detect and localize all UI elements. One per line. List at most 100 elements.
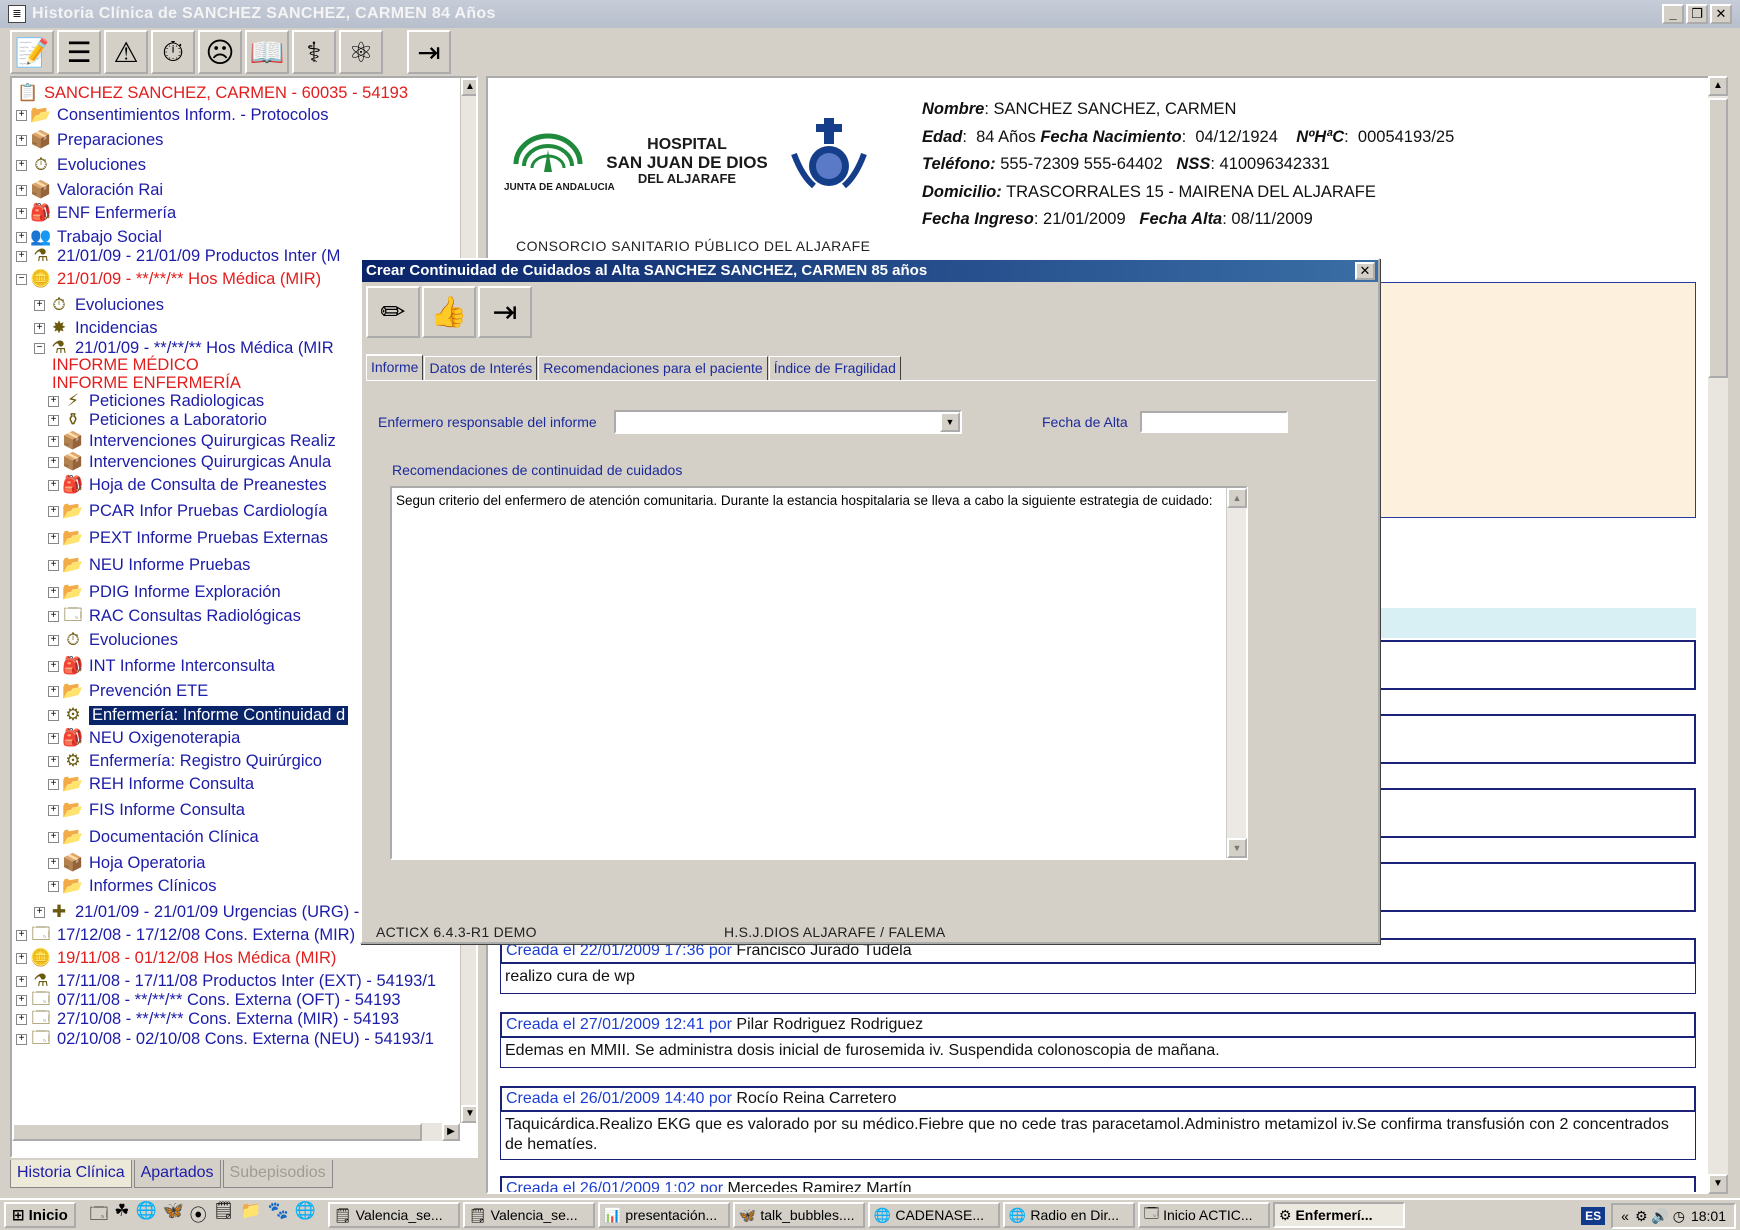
tree-item[interactable]: + 📦 Intervenciones Quirurgicas Anula	[48, 451, 331, 473]
tree-item[interactable]: + ⏱ Evoluciones	[34, 294, 164, 316]
taskbar-window-button[interactable]: 🗒 Valencia_se...	[327, 1202, 460, 1228]
tree-item[interactable]: + 🎒 NEU Oxigenoterapia	[48, 727, 240, 749]
content-vertical-scrollbar[interactable]: ▲ ▼	[1708, 76, 1728, 1194]
expand-icon[interactable]: +	[48, 586, 59, 598]
discharge-date-input[interactable]	[1140, 411, 1288, 433]
tree-item[interactable]: + 🎒 INT Informe Interconsulta	[48, 655, 275, 677]
memo-vertical-scrollbar[interactable]: ▲ ▼	[1226, 488, 1247, 858]
expand-icon[interactable]: +	[48, 414, 59, 426]
expand-icon[interactable]: +	[48, 559, 59, 571]
tree-item[interactable]: + 🎒 Hoja de Consulta de Preanestes	[48, 474, 327, 496]
tree-item[interactable]: + 📂 PDIG Informe Exploración	[48, 581, 281, 603]
quick-launch-icon[interactable]: 🐾	[268, 1201, 289, 1230]
tray-expand-icon[interactable]: «	[1621, 1208, 1629, 1224]
scroll-thumb[interactable]	[12, 1123, 422, 1141]
taskbar-window-button[interactable]: 🌐 CADENASE...	[867, 1202, 1000, 1228]
quick-launch-icon[interactable]: ☘	[114, 1201, 129, 1230]
window-titlebar[interactable]: ≣ Historia Clínica de SANCHEZ SANCHEZ, C…	[0, 0, 1740, 28]
expand-icon[interactable]: +	[16, 952, 27, 964]
tree-item[interactable]: + 📦 Valoración Rai	[16, 179, 163, 201]
expand-icon[interactable]: +	[48, 880, 59, 892]
tree-item[interactable]: + 📂 FIS Informe Consulta	[48, 799, 245, 821]
expand-icon[interactable]: +	[16, 994, 27, 1006]
book-icon[interactable]: 📖	[245, 30, 289, 74]
tree-item[interactable]: + 📂 Informes Clínicos	[48, 875, 216, 897]
browser-icon[interactable]: 🌐	[295, 1201, 316, 1230]
scroll-up-icon[interactable]: ▲	[1708, 76, 1728, 96]
expand-icon[interactable]: +	[34, 906, 45, 918]
tree-item[interactable]: + 📂 Consentimientos Inform. - Protocolos	[16, 104, 328, 126]
tree-item[interactable]: + 🗔 RAC Consultas Radiológicas	[48, 605, 301, 627]
tree-item[interactable]: − 🪙 21/01/09 - **/**/** Hos Médica (MIR)	[16, 268, 321, 290]
tree-item[interactable]: + ⚱ Peticiones a Laboratorio	[48, 409, 267, 431]
expand-icon[interactable]: +	[16, 250, 27, 262]
scroll-down-icon[interactable]: ▼	[461, 1105, 476, 1123]
minimize-button[interactable]: _	[1662, 4, 1684, 24]
exit-icon[interactable]: ⇥	[478, 286, 532, 338]
expand-icon[interactable]: +	[48, 778, 59, 790]
tab-historia-clinica[interactable]: Historia Clínica	[10, 1160, 132, 1188]
taskbar-window-button[interactable]: ⚙ Enfermerí...	[1272, 1202, 1405, 1228]
app-icon[interactable]: ≣	[8, 5, 26, 23]
scroll-thumb[interactable]	[1708, 98, 1728, 378]
scroll-down-icon[interactable]: ▼	[1708, 1174, 1728, 1194]
expand-icon[interactable]: +	[48, 732, 59, 744]
expand-icon[interactable]: +	[16, 207, 27, 219]
folder-icon[interactable]: 📁	[240, 1201, 261, 1230]
tree-item[interactable]: 📋 SANCHEZ SANCHEZ, CARMEN - 60035 - 54193	[16, 82, 408, 104]
language-indicator[interactable]: ES	[1581, 1207, 1606, 1225]
scroll-right-icon[interactable]: ▶	[442, 1123, 460, 1141]
tree-horizontal-scrollbar[interactable]: ▶	[12, 1123, 460, 1141]
list-icon[interactable]: ☰	[57, 30, 101, 74]
scroll-down-icon[interactable]: ▼	[1227, 838, 1247, 858]
expand-icon[interactable]: +	[34, 322, 45, 334]
tab-indice-fragilidad[interactable]: Índice de Fragilidad	[768, 356, 901, 380]
caduceus-icon[interactable]: ⚕	[292, 30, 336, 74]
tree-item[interactable]: + 📂 PCAR Infor Pruebas Cardiología	[48, 500, 327, 522]
start-button[interactable]: ⊞ Inicio	[4, 1202, 76, 1228]
tree-item[interactable]: + 📂 Prevención ETE	[48, 680, 208, 702]
tree-item[interactable]: + 📂 PEXT Informe Pruebas Externas	[48, 527, 328, 549]
chevron-down-icon[interactable]: ▼	[940, 412, 960, 432]
expand-icon[interactable]: +	[16, 231, 27, 243]
taskbar-window-button[interactable]: 🦋 talk_bubbles....	[732, 1202, 865, 1228]
recommendations-textarea[interactable]: Segun criterio del enfermero de atención…	[390, 486, 1248, 860]
collapse-icon[interactable]: −	[34, 342, 45, 354]
taskbar-window-button[interactable]: 🌐 Radio en Dir...	[1002, 1202, 1135, 1228]
warning-icon[interactable]: ⚠	[104, 30, 148, 74]
scroll-up-icon[interactable]: ▲	[461, 78, 476, 96]
expand-icon[interactable]: +	[16, 1013, 27, 1025]
tree-item[interactable]: + ⏱ Evoluciones	[48, 629, 178, 651]
tree-item[interactable]: + ⏱ Evoluciones	[16, 154, 146, 176]
continuity-care-dialog[interactable]: Crear Continuidad de Cuidados al Alta SA…	[360, 258, 1380, 944]
tree-item[interactable]: + 📦 Hoja Operatoria	[48, 852, 205, 874]
tree-item[interactable]: + ⚗ 21/01/09 - 21/01/09 Productos Inter (M	[16, 245, 340, 267]
tab-informe[interactable]: Informe	[366, 354, 424, 380]
expand-icon[interactable]: +	[16, 109, 27, 121]
pencil-icon[interactable]: ✏	[366, 286, 420, 338]
expand-icon[interactable]: +	[48, 435, 59, 447]
media-icon[interactable]: ⦿	[190, 1201, 207, 1230]
expand-icon[interactable]: +	[48, 755, 59, 767]
expand-icon[interactable]: +	[34, 299, 45, 311]
dialog-close-button[interactable]: ✕	[1355, 262, 1375, 280]
tab-apartados[interactable]: Apartados	[133, 1160, 221, 1188]
expand-icon[interactable]: +	[48, 395, 59, 407]
dialog-titlebar[interactable]: Crear Continuidad de Cuidados al Alta SA…	[362, 260, 1378, 282]
stopwatch-icon[interactable]: ⏱	[151, 30, 195, 74]
close-button[interactable]: ✕	[1710, 4, 1732, 24]
taskbar-window-button[interactable]: 🗔 Inicio ACTIC...	[1137, 1202, 1270, 1228]
expand-icon[interactable]: +	[48, 456, 59, 468]
expand-icon[interactable]: +	[16, 134, 27, 146]
recommendations-text[interactable]: Segun criterio del enfermero de atención…	[396, 492, 1220, 509]
taskbar-window-button[interactable]: 🗒 Valencia_se...	[462, 1202, 595, 1228]
expand-icon[interactable]: +	[48, 831, 59, 843]
collapse-icon[interactable]: −	[16, 273, 27, 285]
expand-icon[interactable]: +	[48, 505, 59, 517]
tree-item[interactable]: + ✸ Incidencias	[34, 317, 158, 339]
pain-face-icon[interactable]: ☹	[198, 30, 242, 74]
exit-icon[interactable]: ⇥	[407, 30, 451, 74]
tree-item[interactable]: + 📂 Documentación Clínica	[48, 826, 259, 848]
tree-item[interactable]: + 🪙 19/11/08 - 01/12/08 Hos Médica (MIR)	[16, 947, 336, 969]
tree-item[interactable]: + 📂 REH Informe Consulta	[48, 773, 254, 795]
